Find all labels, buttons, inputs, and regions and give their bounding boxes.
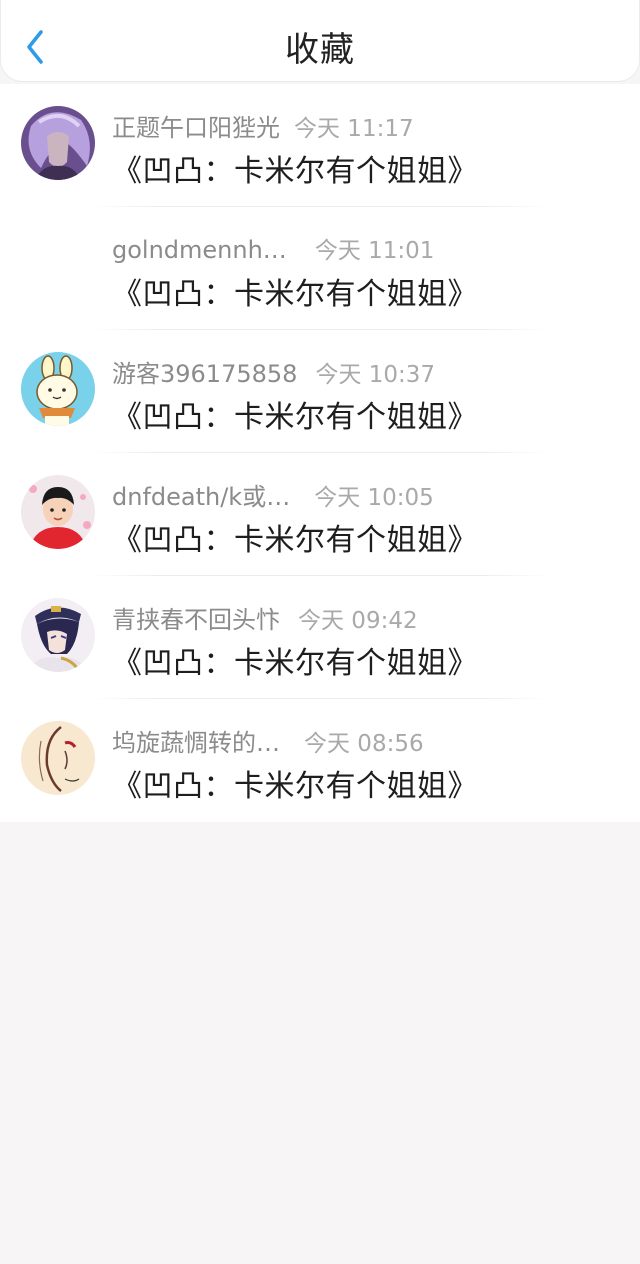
item-meta: 游客396175858 今天 10:37 [112,354,435,388]
sketch-portrait-icon [21,721,95,795]
avatar[interactable] [21,721,95,795]
nav-bar: 收藏 [0,0,640,82]
timestamp: 今天 10:05 [314,485,434,511]
list-item[interactable]: golndmennh… 今天 11:01 《凹凸：卡米尔有个姐姐》 [0,207,640,330]
username[interactable]: 正题午口阳狴光 [112,108,280,143]
list-item[interactable]: dnfdeath/k或… 今天 10:05 《凹凸：卡米尔有个姐姐》 [0,453,640,576]
child-photo-icon [21,475,95,549]
purple-hair-character-icon [21,106,95,180]
item-title[interactable]: 《凹凸：卡米尔有个姐姐》 [112,269,478,313]
cartoon-bunny-icon [21,352,95,426]
anime-boy-cap-icon [21,598,95,672]
item-meta: golndmennh… 今天 11:01 [112,231,434,264]
username[interactable]: dnfdeath/k或… [112,477,290,512]
avatar[interactable] [21,598,95,672]
item-title[interactable]: 《凹凸：卡米尔有个姐姐》 [112,638,478,682]
list-item[interactable]: 游客396175858 今天 10:37 《凹凸：卡米尔有个姐姐》 [0,330,640,453]
username[interactable]: 坞旋蔬惆转的… [112,723,280,758]
avatar[interactable] [21,475,95,549]
avatar[interactable] [21,106,95,180]
timestamp: 今天 10:37 [315,362,436,388]
item-title[interactable]: 《凹凸：卡米尔有个姐姐》 [112,515,478,559]
item-title[interactable]: 《凹凸：卡米尔有个姐姐》 [112,761,478,805]
page-title: 收藏 [285,30,355,70]
avatar[interactable] [21,352,95,426]
username[interactable]: 青挟春不回头忭 [112,600,280,635]
item-title[interactable]: 《凹凸：卡米尔有个姐姐》 [112,146,478,190]
timestamp: 今天 11:17 [294,116,414,142]
timestamp: 今天 09:42 [298,608,418,634]
item-meta: dnfdeath/k或… 今天 10:05 [112,477,434,511]
item-title[interactable]: 《凹凸：卡米尔有个姐姐》 [112,392,478,436]
favorites-list: 正题午口阳狴光 今天 11:17 《凹凸：卡米尔有个姐姐》 golndmennh…… [0,84,640,822]
list-item[interactable]: 正题午口阳狴光 今天 11:17 《凹凸：卡米尔有个姐姐》 [0,84,640,207]
timestamp: 今天 11:01 [314,238,435,264]
item-meta: 青挟春不回头忭 今天 09:42 [112,600,418,634]
list-item[interactable]: 青挟春不回头忭 今天 09:42 《凹凸：卡米尔有个姐姐》 [0,576,640,699]
username[interactable]: 游客396175858 [112,354,297,389]
username[interactable]: golndmennh… [112,236,287,264]
item-meta: 正题午口阳狴光 今天 11:17 [112,108,414,142]
timestamp: 今天 08:56 [304,731,424,757]
list-item[interactable]: 坞旋蔬惆转的… 今天 08:56 《凹凸：卡米尔有个姐姐》 [0,699,640,822]
item-meta: 坞旋蔬惆转的… 今天 08:56 [112,723,424,757]
